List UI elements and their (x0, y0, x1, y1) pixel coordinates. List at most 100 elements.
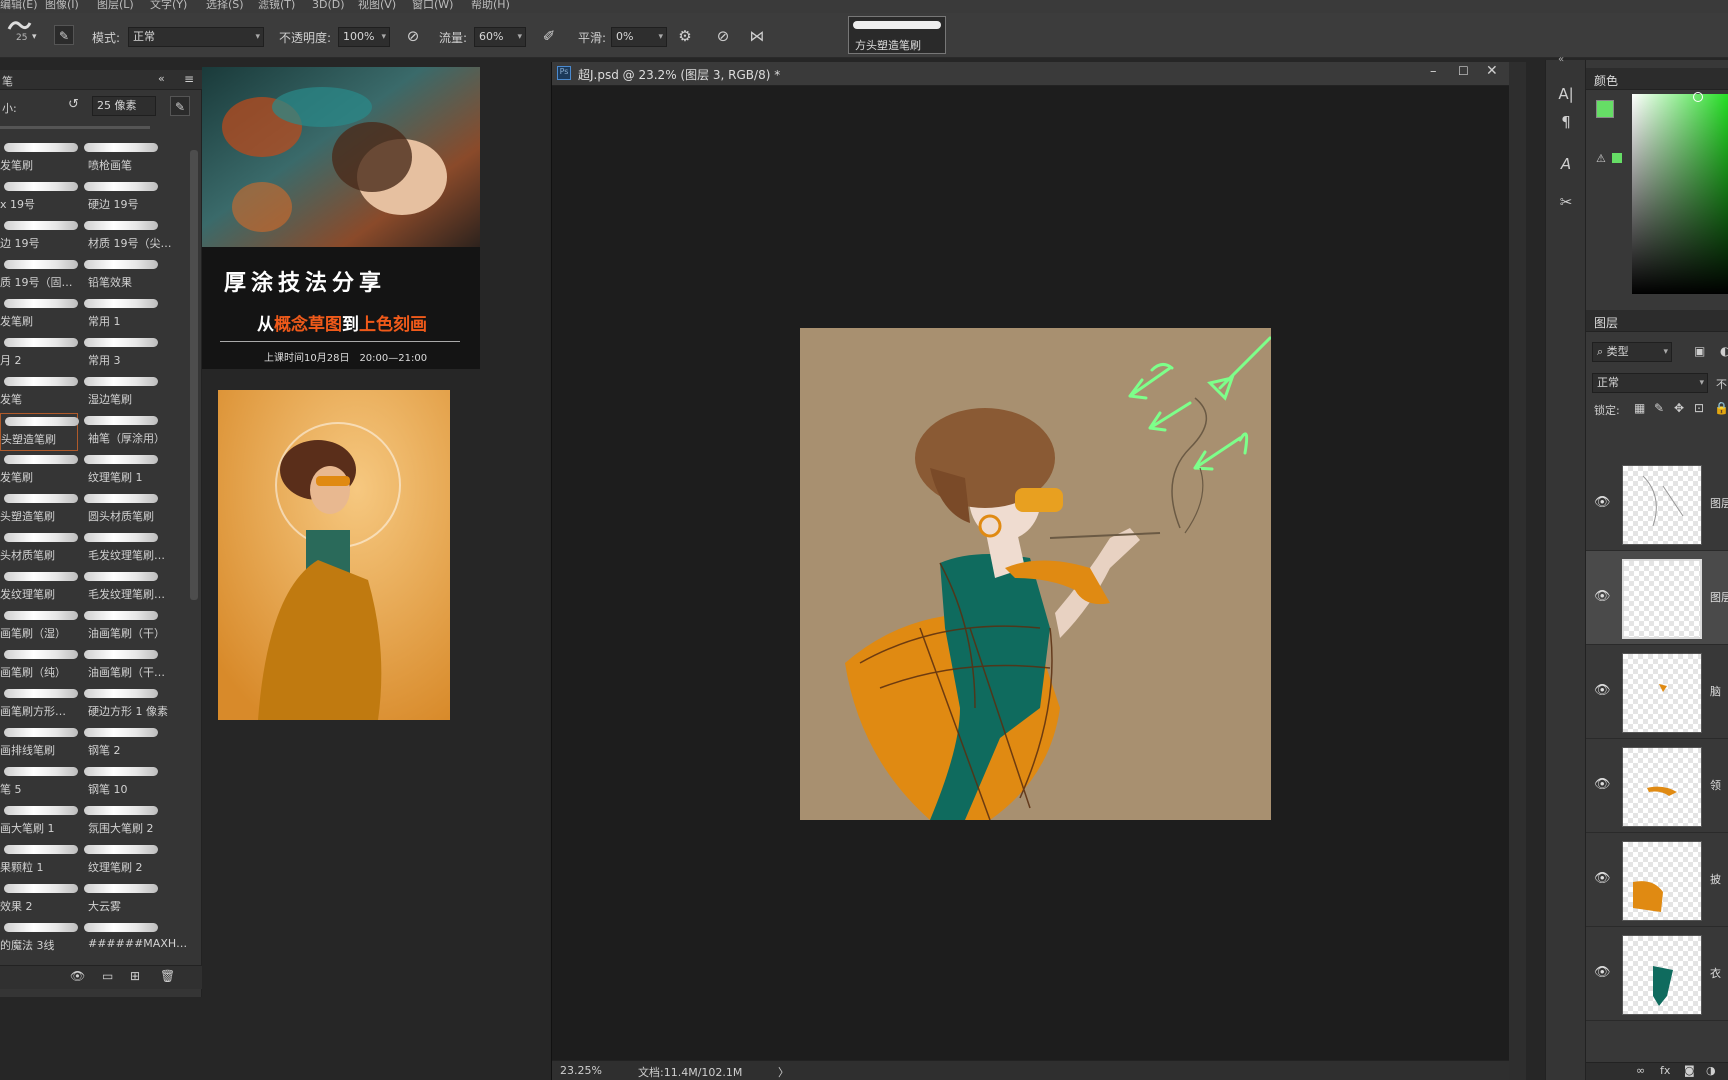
new-brush-icon[interactable]: ✎ (170, 96, 190, 116)
brush-preset-item[interactable]: 画大笔刷 1 (0, 803, 78, 841)
eye-icon[interactable]: 👁 (1594, 683, 1611, 698)
layers-panel-tab[interactable]: 图层 (1586, 310, 1728, 332)
menu-filter[interactable]: 滤镜(T) (258, 0, 295, 10)
eye-icon[interactable]: 👁 (1594, 965, 1611, 980)
eye-icon[interactable]: 👁 (1594, 777, 1611, 792)
lock-paint-icon[interactable]: ✎ (1654, 401, 1664, 415)
web-safe-swatch[interactable] (1612, 153, 1622, 163)
brush-settings-toggle[interactable]: ✎ (54, 25, 74, 45)
menu-3d[interactable]: 3D(D) (312, 0, 345, 10)
brush-preset-item[interactable]: ######MAXH… (80, 920, 186, 958)
canvas-vertical-scrollbar[interactable] (1509, 62, 1526, 1080)
brush-preset-item[interactable]: 毛发纹理笔刷… (80, 530, 165, 568)
menu-edit[interactable]: 编辑(E) (0, 0, 38, 10)
brush-preset-item[interactable]: 发纹理笔刷 (0, 569, 78, 607)
brush-preset-item[interactable]: 纹理笔刷 2 (80, 842, 158, 880)
brush-preset-preview[interactable]: 方头塑造笔刷 (848, 16, 946, 54)
layer-row[interactable]: 👁 图层 (1586, 551, 1728, 645)
folder-icon[interactable]: ▭ (102, 969, 113, 983)
brush-preset-item[interactable]: 材质 19号（尖… (80, 218, 172, 256)
toggle-preview-icon[interactable]: 👁 (70, 969, 85, 983)
eye-icon[interactable]: 👁 (1594, 589, 1611, 604)
brush-preset-item[interactable]: x 19号 (0, 179, 78, 217)
brush-list-scrollbar[interactable] (190, 150, 198, 600)
menu-select[interactable]: 选择(S) (206, 0, 244, 10)
symmetry-butterfly-icon[interactable]: ⋈ (746, 26, 768, 46)
brush-preset-item[interactable]: 圆头材质笔刷 (80, 491, 158, 529)
brush-preset-item[interactable]: 发笔刷 (0, 140, 78, 178)
brush-preset-item[interactable]: 袖笔（厚涂用） (80, 413, 165, 451)
menu-layer[interactable]: 图层(L) (97, 0, 134, 10)
brush-preset-item[interactable]: 月 2 (0, 335, 78, 373)
mode-select[interactable]: 正常 ▾ (128, 27, 264, 47)
document-tab[interactable]: Ps 超J.psd @ 23.2% (图层 3, RGB/8) * – ☐ ✕ (552, 62, 1510, 86)
brush-preset-item[interactable]: 画笔刷方形… (0, 686, 78, 724)
menu-type[interactable]: 文字(Y) (150, 0, 187, 10)
brush-preset-item[interactable]: 铅笔效果 (80, 257, 158, 295)
chevron-down-icon[interactable]: ▾ (32, 27, 37, 47)
layer-row[interactable]: 👁 脑 (1586, 645, 1728, 739)
brush-preset-item[interactable]: 效果 2 (0, 881, 78, 919)
brush-preset-picker[interactable]: 25 (6, 17, 32, 43)
drawing-canvas[interactable] (800, 328, 1271, 820)
layer-row[interactable]: 👁 披 (1586, 833, 1728, 927)
brush-preset-item[interactable]: 头材质笔刷 (0, 530, 78, 568)
character-panel-icon[interactable]: A| (1554, 84, 1578, 104)
eye-icon[interactable]: 👁 (1594, 495, 1611, 510)
layer-row[interactable]: 👁 图层 (1586, 457, 1728, 551)
brush-preset-item[interactable]: 发笔 (0, 374, 78, 412)
brush-panel-tab[interactable]: 笔 (2, 73, 13, 89)
color-panel-tab[interactable]: 颜色 (1586, 68, 1728, 90)
brush-preset-item[interactable]: 边 19号 (0, 218, 78, 256)
menu-help[interactable]: 帮助(H) (471, 0, 510, 10)
link-layers-icon[interactable]: ∞ (1636, 1064, 1645, 1077)
brush-preset-item[interactable]: 大云雾 (80, 881, 158, 919)
collapse-icon[interactable]: « (158, 72, 165, 85)
brush-preset-item[interactable]: 笔 5 (0, 764, 78, 802)
status-menu-arrow[interactable]: 〉 (778, 1064, 789, 1080)
eye-icon[interactable]: 👁 (1594, 871, 1611, 886)
pressure-size-icon[interactable]: ⊘ (712, 26, 734, 46)
layer-style-icon[interactable]: fx (1660, 1064, 1670, 1077)
brush-preset-item[interactable]: 纹理笔刷 1 (80, 452, 158, 490)
lock-transparent-icon[interactable]: ▦ (1634, 401, 1645, 415)
glyphs-panel-icon[interactable]: A (1554, 154, 1578, 174)
menu-view[interactable]: 视图(V) (358, 0, 396, 10)
warning-icon[interactable]: ⚠ (1596, 152, 1606, 165)
lock-artboard-icon[interactable]: ⊡ (1694, 401, 1704, 415)
filter-image-icon[interactable]: ▣ (1694, 344, 1705, 358)
new-preset-icon[interactable]: ⊞ (130, 969, 140, 983)
brush-preset-item[interactable]: 湿边笔刷 (80, 374, 158, 412)
brush-preset-item[interactable]: 毛发纹理笔刷… (80, 569, 165, 607)
reset-icon[interactable]: ↺ (68, 97, 79, 112)
flow-input[interactable]: 60% ▾ (474, 27, 526, 47)
color-picker-cursor[interactable] (1693, 92, 1703, 102)
smoothing-input[interactable]: 0% ▾ (611, 27, 667, 47)
zoom-level[interactable]: 23.25% (560, 1064, 602, 1077)
panel-menu-icon[interactable]: ≡ (184, 72, 194, 86)
lock-move-icon[interactable]: ✥ (1674, 401, 1684, 415)
brush-preset-item[interactable]: 发笔刷 (0, 452, 78, 490)
lock-all-icon[interactable]: 🔒 (1714, 401, 1728, 415)
brush-preset-item[interactable]: 头塑造笔刷 (0, 413, 79, 451)
brush-preset-item[interactable]: 硬边方形 1 像素 (80, 686, 168, 724)
menu-window[interactable]: 窗口(W) (412, 0, 453, 10)
size-slider[interactable] (0, 126, 150, 129)
brush-preset-item[interactable]: 油画笔刷（干… (80, 647, 165, 685)
brush-preset-item[interactable]: 常用 1 (80, 296, 158, 334)
layer-row[interactable]: 👁 领 (1586, 739, 1728, 833)
close-icon[interactable]: ✕ (1486, 63, 1498, 79)
brush-preset-item[interactable]: 果颗粒 1 (0, 842, 78, 880)
adjustment-layer-icon[interactable]: ◑ (1706, 1064, 1716, 1077)
brush-preset-item[interactable]: 钢笔 10 (80, 764, 158, 802)
color-picker-field[interactable] (1632, 94, 1728, 294)
menu-image[interactable]: 图像(I) (45, 0, 79, 10)
foreground-swatch[interactable] (1596, 100, 1614, 118)
brush-preset-item[interactable]: 发笔刷 (0, 296, 78, 334)
brush-preset-item[interactable]: 钢笔 2 (80, 725, 158, 763)
pressure-opacity-icon[interactable]: ⊘ (402, 26, 424, 46)
brush-preset-item[interactable]: 的魔法 3线 (0, 920, 78, 958)
brush-preset-item[interactable]: 氛围大笔刷 2 (80, 803, 158, 841)
brush-preset-item[interactable]: 油画笔刷（干） (80, 608, 165, 646)
brush-preset-item[interactable]: 常用 3 (80, 335, 158, 373)
